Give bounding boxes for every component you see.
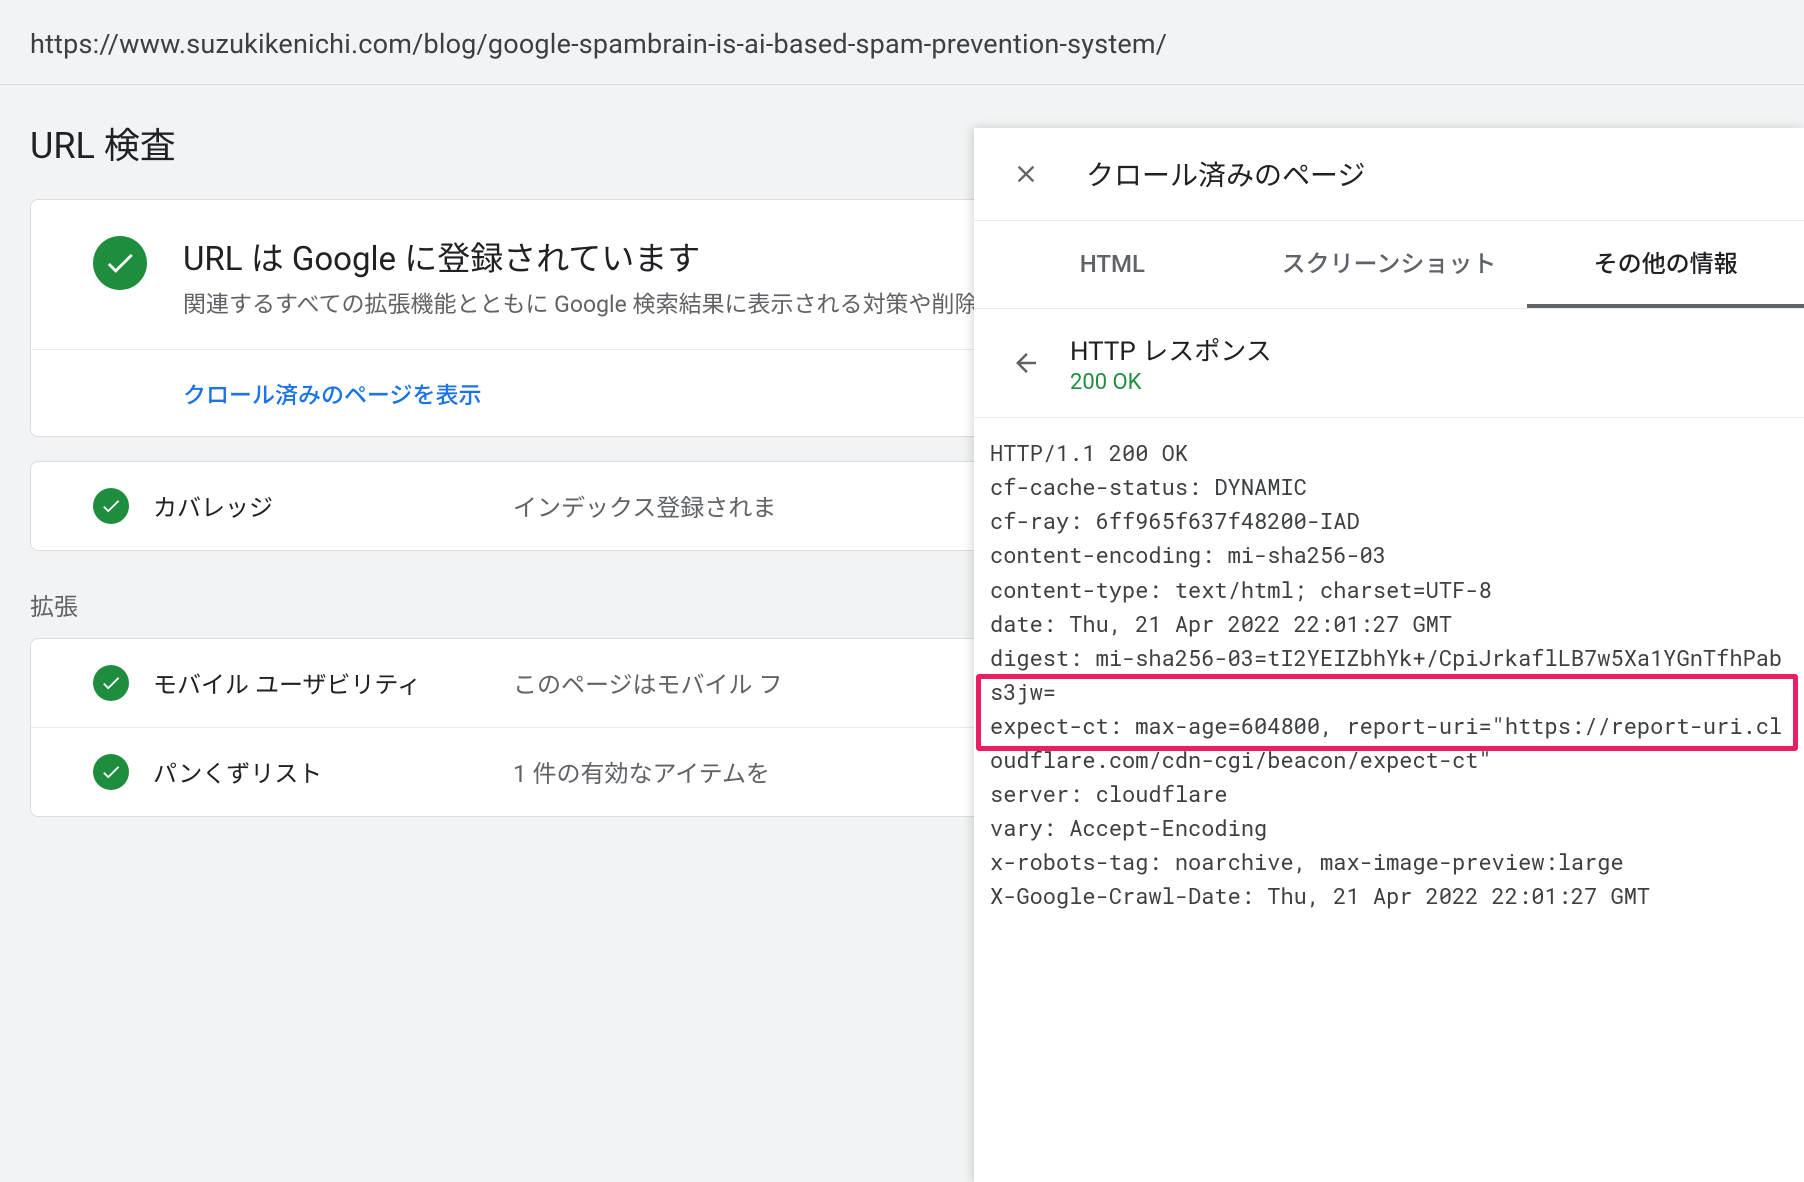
close-button[interactable]	[1002, 150, 1050, 198]
close-icon	[1012, 160, 1040, 188]
check-icon	[93, 488, 129, 524]
check-icon	[93, 236, 147, 290]
coverage-label: カバレッジ	[153, 488, 513, 523]
back-button[interactable]	[1002, 339, 1050, 387]
check-icon	[93, 665, 129, 701]
mobile-value: このページはモバイル フ	[513, 665, 782, 700]
tab-screenshot[interactable]: スクリーンショット	[1251, 221, 1528, 308]
mobile-label: モバイル ユーザビリティ	[153, 665, 513, 700]
response-title-block: HTTP レスポンス 200 OK	[1070, 331, 1272, 395]
breadcrumb-value: 1 件の有効なアイテムを	[513, 754, 770, 789]
view-crawled-link[interactable]: クロール済みのページを表示	[183, 376, 482, 410]
arrow-left-icon	[1011, 348, 1041, 378]
response-header: HTTP レスポンス 200 OK	[974, 309, 1804, 418]
response-title: HTTP レスポンス	[1070, 331, 1272, 368]
side-panel: クロール済みのページ HTML スクリーンショット その他の情報 HTTP レス…	[974, 128, 1804, 1182]
panel-header: クロール済みのページ	[974, 128, 1804, 221]
url-display: https://www.suzukikenichi.com/blog/googl…	[0, 0, 1804, 85]
panel-title: クロール済みのページ	[1086, 154, 1365, 194]
tabs: HTML スクリーンショット その他の情報	[974, 221, 1804, 309]
tab-other-info[interactable]: その他の情報	[1527, 221, 1804, 308]
http-headers[interactable]: HTTP/1.1 200 OK cf-cache-status: DYNAMIC…	[974, 418, 1804, 931]
coverage-value: インデックス登録されま	[513, 488, 776, 523]
tab-html[interactable]: HTML	[974, 221, 1251, 308]
check-icon	[93, 754, 129, 790]
breadcrumb-label: パンくずリスト	[153, 754, 513, 789]
response-status: 200 OK	[1070, 370, 1272, 395]
